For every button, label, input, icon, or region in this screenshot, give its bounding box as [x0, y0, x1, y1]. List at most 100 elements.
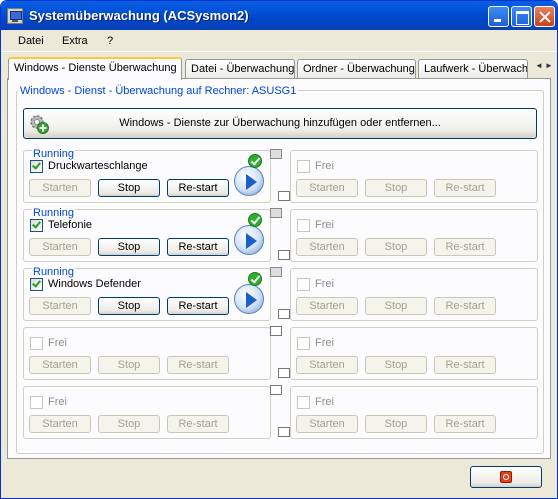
close-button[interactable]: [534, 6, 555, 27]
minimize-button[interactable]: [488, 6, 509, 27]
restart-button: Re-start: [434, 179, 496, 197]
service-name: Frei: [315, 337, 334, 349]
tab-scroll-left-icon[interactable]: ◄: [535, 61, 543, 70]
service-name: Frei: [315, 160, 334, 172]
tab-dienste[interactable]: Windows - Dienste Überwachung: [8, 57, 182, 80]
check-icon: [248, 213, 262, 227]
checkmark-icon: [32, 278, 41, 288]
service-checkbox: [30, 396, 43, 409]
service-checkbox[interactable]: [30, 160, 43, 173]
restart-button: Re-start: [167, 415, 229, 433]
service-name: Frei: [315, 219, 334, 231]
service-name: Telefonie: [48, 219, 93, 231]
restart-button: Re-start: [434, 356, 496, 374]
tab-strip: Windows - Dienste Überwachung Datei - Üb…: [5, 57, 554, 80]
stop-button: Stop: [365, 415, 427, 433]
stop-button[interactable]: Stop: [98, 179, 160, 197]
stop-button: Stop: [365, 238, 427, 256]
maximize-button[interactable]: [511, 6, 532, 27]
indicator-square: [278, 250, 290, 260]
service-slot: Frei Starten Stop Re-start: [290, 327, 538, 380]
service-name: Windows Defender: [48, 278, 141, 290]
start-button: Starten: [296, 356, 358, 374]
service-slot: Frei Starten Stop Re-start: [290, 150, 538, 203]
service-slot: Frei Starten Stop Re-start: [23, 386, 271, 439]
stop-button: Stop: [365, 179, 427, 197]
service-slot: Frei Starten Stop Re-start: [23, 327, 271, 380]
checkmark-icon: [32, 219, 41, 229]
restart-button: Re-start: [434, 238, 496, 256]
start-button: Starten: [296, 297, 358, 315]
service-slot: Frei Starten Stop Re-start: [290, 209, 538, 262]
start-button: Starten: [29, 356, 91, 374]
indicator-square: [270, 326, 282, 336]
indicator-square: [278, 427, 290, 437]
restart-button[interactable]: Re-start: [167, 297, 229, 315]
tab-datei[interactable]: Datei - Überwachung: [185, 59, 295, 79]
add-services-button[interactable]: Windows - Dienste zur Überwachung hinzuf…: [23, 108, 537, 139]
service-checkbox: [297, 396, 310, 409]
service-status: Running: [32, 148, 75, 160]
indicator-square: [270, 385, 282, 395]
service-name: Frei: [48, 337, 67, 349]
service-checkbox: [30, 337, 43, 350]
stop-button: Stop: [365, 297, 427, 315]
service-status: Running: [32, 266, 75, 278]
service-checkbox: [297, 219, 310, 232]
tab-ordner[interactable]: Ordner - Überwachung: [297, 59, 416, 79]
indicator-square: [278, 368, 290, 378]
menu-datei[interactable]: Datei: [18, 35, 44, 47]
start-button: Starten: [296, 238, 358, 256]
restart-button: Re-start: [434, 297, 496, 315]
restart-button[interactable]: Re-start: [167, 179, 229, 197]
start-button: Starten: [29, 415, 91, 433]
service-slot: Running Druckwarteschlange Starten Stop Re-s…: [23, 148, 271, 203]
indicator-square: [270, 267, 282, 277]
stop-button: Stop: [365, 356, 427, 374]
service-checkbox: [297, 337, 310, 350]
main-window: Systemüberwachung (ACSysmon2) Datei Extr…: [0, 0, 558, 499]
stop-button: Stop: [98, 356, 160, 374]
play-icon[interactable]: [234, 225, 264, 255]
start-button: Starten: [296, 179, 358, 197]
stop-button[interactable]: Stop: [98, 238, 160, 256]
service-status: Running: [32, 207, 75, 219]
service-name: Frei: [48, 396, 67, 408]
restart-button: Re-start: [167, 356, 229, 374]
service-name: Druckwarteschlange: [48, 160, 148, 172]
exit-button[interactable]: [470, 466, 542, 488]
group-title: Windows - Dienst - Überwachung auf Rechn…: [18, 85, 299, 97]
play-icon[interactable]: [234, 166, 264, 196]
tab-panel: Windows - Dienst - Überwachung auf Rechn…: [7, 78, 551, 459]
start-button: Starten: [29, 179, 91, 197]
computer-icon: [7, 8, 23, 24]
stop-button[interactable]: Stop: [98, 297, 160, 315]
window-title: Systemüberwachung (ACSysmon2): [29, 8, 249, 23]
tab-scroll-right-icon[interactable]: ►: [545, 61, 553, 70]
indicator-square: [278, 191, 290, 201]
exit-icon: [500, 471, 512, 483]
restart-button[interactable]: Re-start: [167, 238, 229, 256]
service-name: Frei: [315, 278, 334, 290]
service-slot: Running Windows Defender Starten Stop Re-sta…: [23, 266, 271, 321]
title-bar[interactable]: Systemüberwachung (ACSysmon2): [1, 1, 557, 30]
service-slot: Frei Starten Stop Re-start: [290, 386, 538, 439]
stop-button: Stop: [98, 415, 160, 433]
start-button: Starten: [29, 297, 91, 315]
checkmark-icon: [32, 160, 41, 170]
service-checkbox[interactable]: [30, 219, 43, 232]
indicator-square: [270, 149, 282, 159]
service-checkbox: [297, 160, 310, 173]
menu-extra[interactable]: Extra: [62, 35, 88, 47]
tab-laufwerk[interactable]: Laufwerk - Überwach: [418, 59, 528, 79]
service-checkbox[interactable]: [30, 278, 43, 291]
tab-scroll: ◄ ►: [532, 59, 554, 76]
indicator-square: [270, 208, 282, 218]
check-icon: [248, 154, 262, 168]
start-button: Starten: [296, 415, 358, 433]
check-icon: [248, 272, 262, 286]
add-services-label: Windows - Dienste zur Überwachung hinzuf…: [119, 117, 441, 129]
menu-help[interactable]: ?: [107, 35, 113, 47]
play-icon[interactable]: [234, 284, 264, 314]
service-slot: Frei Starten Stop Re-start: [290, 268, 538, 321]
